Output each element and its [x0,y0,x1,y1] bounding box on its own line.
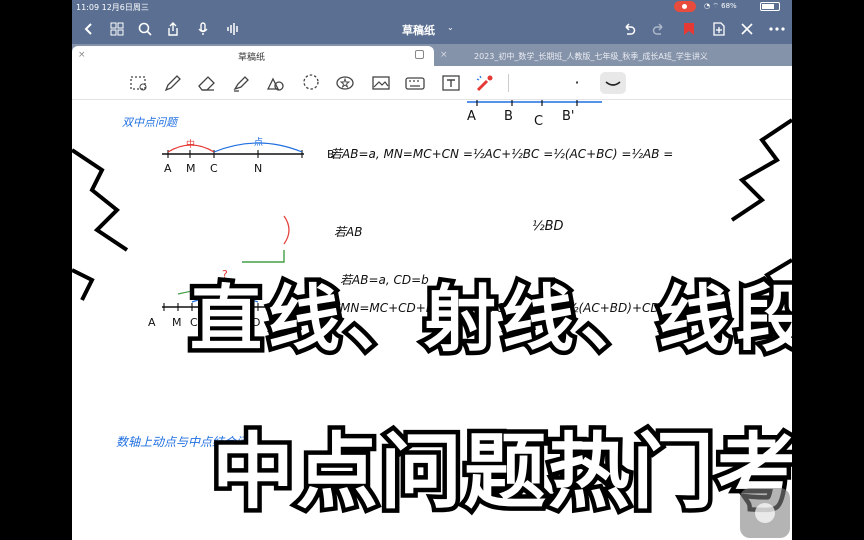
pen-icon[interactable] [162,72,184,94]
bookmark-icon[interactable] [678,18,700,40]
battery-percent: 68% [721,2,737,10]
shapes-icon[interactable] [264,72,286,94]
banner-title-line-1: 直线、射线、线段 [185,273,792,366]
laser-pointer-icon[interactable] [474,72,496,94]
tab-handout[interactable]: × 2023_初中_数学_长期班_人教版_七年级_秋季_成长A班_学生讲义 [434,46,792,66]
curve-stroke-icon[interactable] [600,72,626,94]
status-bar: 11:09 12月6日周三 ◔ ⌔ 68% [72,0,792,14]
tab-label: 草稿纸 [238,53,266,63]
drawing-toolbar: · [72,66,792,100]
pt-c: C [210,162,218,175]
pt-a: A [164,162,172,175]
segment-diagram-1: 中 点 A M C N B [162,137,335,175]
assistive-touch-button[interactable] [740,488,790,538]
recording-indicator-icon [674,1,696,12]
top-point-b-prime: B' [562,109,575,124]
keyboard-icon[interactable] [404,72,426,94]
microphone-icon[interactable] [192,18,214,40]
mid-mark-1: 中 [186,138,195,150]
share-icon[interactable] [162,18,184,40]
chevron-down-icon[interactable]: ⌄ [447,23,454,32]
tab-bar: × 草稿纸 × 2023_初中_数学_长期班_人教版_七年级_秋季_成长A班_学… [72,44,792,66]
toolbar-divider [508,74,509,92]
screen: 11:09 12月6日周三 ◔ ⌔ 68% 草稿纸 ⌄ × 草稿纸 × 2023… [0,0,864,540]
wifi-icon: ◔ ⌔ 68% [704,2,737,10]
top-number-line: A B C B' [467,100,602,129]
copy-icon[interactable] [415,50,424,59]
highlighter-icon[interactable] [230,72,252,94]
top-point-b: B [504,109,513,124]
formula-1: 若AB=a, MN=MC+CN =½AC+½BC =½(AC+BC) =½AB … [330,147,673,161]
search-icon[interactable] [134,18,156,40]
status-time: 11:09 12月6日周三 [76,3,149,12]
formula-2-prefix: 若AB [334,225,362,239]
top-point-a: A [467,109,476,124]
app-bar: 草稿纸 ⌄ [72,14,792,44]
tab-label: 2023_初中_数学_长期班_人教版_七年级_秋季_成长A班_学生讲义 [474,52,708,61]
pt-n: N [254,162,262,175]
image-icon[interactable] [370,72,392,94]
add-page-icon[interactable] [708,18,730,40]
pt-m: M [186,162,196,175]
top-point-c: C [534,114,543,129]
lightning-crack-left [72,148,129,301]
text-box-icon[interactable] [440,72,462,94]
sticker-icon[interactable] [334,72,356,94]
formula-2-suffix: ½BD [532,219,564,234]
tab-scratchpad[interactable]: × 草稿纸 [72,46,434,66]
mid-mark-2: 点 [254,137,263,148]
close-icon[interactable] [736,18,758,40]
tab-close-icon[interactable]: × [78,50,86,60]
banner-title-line-2: 中点问题热门考点 [207,421,792,525]
back-icon[interactable] [78,18,100,40]
tab-close-icon[interactable]: × [440,50,448,60]
pt2-m: M [172,316,182,329]
grid-icon[interactable] [106,18,128,40]
redo-icon[interactable] [648,18,670,40]
battery-icon [760,2,780,11]
undo-icon[interactable] [618,18,640,40]
waveform-icon[interactable] [222,18,244,40]
lasso-icon[interactable] [300,72,322,94]
document-title[interactable]: 草稿纸 [402,22,435,38]
pt2-a: A [148,316,156,329]
heading-double-mid: 双中点问题 [122,116,179,129]
lasso-select-icon[interactable] [128,72,150,94]
dot-size-icon[interactable]: · [566,72,588,94]
note-canvas[interactable]: A B C B' 双中点问题 中 点 A M C N B 若AB=a, MN=M… [72,100,792,540]
eraser-icon[interactable] [196,72,218,94]
more-icon[interactable] [766,18,788,40]
